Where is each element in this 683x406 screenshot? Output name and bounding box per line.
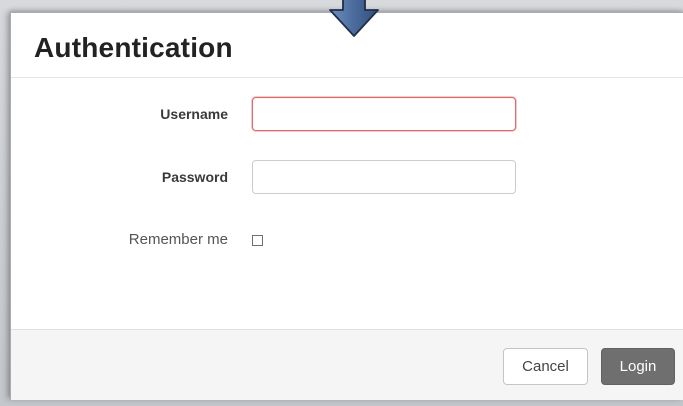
dialog-footer: Cancel Login (11, 329, 683, 400)
screen: Authentication Username Password Remembe… (0, 0, 683, 406)
password-input[interactable] (252, 160, 516, 194)
remember-me-checkbox[interactable] (252, 235, 263, 246)
arrow-down-icon (329, 0, 379, 37)
remember-row: Remember me (11, 227, 683, 263)
username-row: Username (11, 97, 683, 133)
login-button[interactable]: Login (601, 348, 675, 385)
authentication-dialog: Authentication Username Password Remembe… (10, 12, 683, 400)
username-input[interactable] (252, 97, 516, 131)
dialog-title: Authentication (34, 32, 233, 63)
password-row: Password (11, 160, 683, 196)
remember-me-label: Remember me (128, 231, 228, 248)
username-label: Username (160, 106, 228, 122)
password-label: Password (161, 169, 228, 185)
cancel-button[interactable]: Cancel (503, 348, 588, 385)
